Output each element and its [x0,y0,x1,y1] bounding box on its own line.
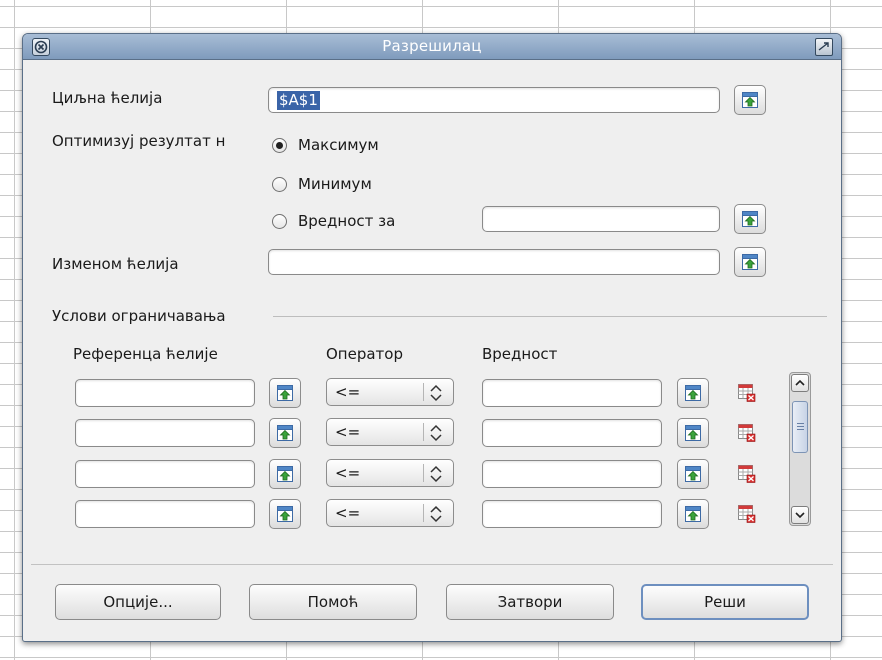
constraint-4-delete-button[interactable] [730,499,762,529]
scrollbar-thumb[interactable] [792,401,808,453]
target-cell-value: $A$1 [277,91,320,110]
maximize-icon [818,42,829,51]
scroll-up-button[interactable] [791,374,809,392]
maximize-window-button[interactable] [815,38,833,56]
chevron-up-icon [795,379,805,386]
constraint-3-cell-ref-input[interactable] [75,460,255,488]
options-button[interactable]: Опције... [55,584,221,620]
header-value: Вредност [482,345,558,363]
constraint-2-cell-ref-input[interactable] [75,419,255,447]
constraint-1-value-shrink-button[interactable] [677,378,709,408]
shrink-icon [277,385,293,401]
solve-button[interactable]: Реши [641,584,809,620]
constraint-2-value-input[interactable] [482,419,662,447]
radio-maximum-label[interactable]: Максимум [298,136,379,154]
target-cell-label: Циљна ћелија [52,89,163,107]
header-operator: Оператор [326,345,403,363]
shrink-icon [685,425,701,441]
constraint-1-operator-select[interactable]: <= [326,378,454,406]
delete-row-icon [738,465,756,483]
spin-arrows-icon [430,384,442,402]
changing-cells-shrink-button[interactable] [734,247,766,277]
constraint-3-operator-select[interactable]: <= [326,459,454,487]
constraint-3-operator-value: <= [335,464,361,482]
constraint-2-cell-ref-shrink-button[interactable] [269,418,301,448]
changing-cells-input[interactable] [268,249,720,275]
constraints-separator [273,316,827,317]
value-of-shrink-button[interactable] [734,204,766,234]
constraint-3-cell-ref-shrink-button[interactable] [269,459,301,489]
constraint-4-cell-ref-input[interactable] [75,500,255,528]
shrink-icon [685,466,701,482]
header-cell-reference: Референца ћелије [73,345,218,363]
constraint-4-cell-ref-shrink-button[interactable] [269,499,301,529]
delete-row-icon [738,424,756,442]
constraint-4-value-shrink-button[interactable] [677,499,709,529]
constraints-scrollbar[interactable] [789,372,811,526]
constraint-2-operator-value: <= [335,423,361,441]
title-bar[interactable]: Разрешилац [23,34,841,60]
constraint-4-value-input[interactable] [482,500,662,528]
delete-row-icon [738,505,756,523]
optimize-label: Оптимизуј резултат н [52,132,226,150]
solver-dialog: Разрешилац Циљна ћелија $A$1 Оптимизуј р… [22,33,842,642]
radio-minimum-label[interactable]: Минимум [298,175,372,193]
constraint-1-cell-ref-input[interactable] [75,379,255,407]
constraint-3-value-shrink-button[interactable] [677,459,709,489]
constraint-1-value-input[interactable] [482,379,662,407]
chevron-down-icon [795,512,805,519]
buttons-separator [31,564,833,565]
constraint-4-operator-select[interactable]: <= [326,499,454,527]
target-cell-shrink-button[interactable] [734,85,766,115]
shrink-icon [742,254,758,270]
shrink-icon [685,506,701,522]
help-button[interactable]: Помоћ [249,584,417,620]
constraint-1-operator-value: <= [335,383,361,401]
changing-cells-label: Изменом ћелија [52,255,179,273]
constraint-1-delete-button[interactable] [730,378,762,408]
delete-row-icon [738,384,756,402]
value-of-input[interactable] [482,206,720,232]
constraints-section-title: Услови ограничавања [52,307,226,325]
dialog-title: Разрешилац [382,37,482,55]
shrink-icon [742,211,758,227]
shrink-icon [685,385,701,401]
shrink-icon [277,506,293,522]
target-cell-input[interactable]: $A$1 [268,87,720,113]
constraint-4-operator-value: <= [335,504,361,522]
shrink-icon [742,92,758,108]
radio-minimum[interactable] [272,177,287,192]
constraint-2-value-shrink-button[interactable] [677,418,709,448]
constraint-3-delete-button[interactable] [730,459,762,489]
shrink-icon [277,425,293,441]
spin-arrows-icon [430,505,442,523]
constraint-3-value-input[interactable] [482,460,662,488]
spin-arrows-icon [430,424,442,442]
shrink-icon [277,466,293,482]
scroll-down-button[interactable] [791,506,809,524]
radio-value-of[interactable] [272,214,287,229]
close-button[interactable]: Затвори [446,584,614,620]
radio-value-of-label[interactable]: Вредност за [298,212,395,230]
constraint-1-cell-ref-shrink-button[interactable] [269,378,301,408]
radio-maximum[interactable] [272,138,287,153]
spin-arrows-icon [430,465,442,483]
constraint-2-operator-select[interactable]: <= [326,418,454,446]
constraint-2-delete-button[interactable] [730,418,762,448]
